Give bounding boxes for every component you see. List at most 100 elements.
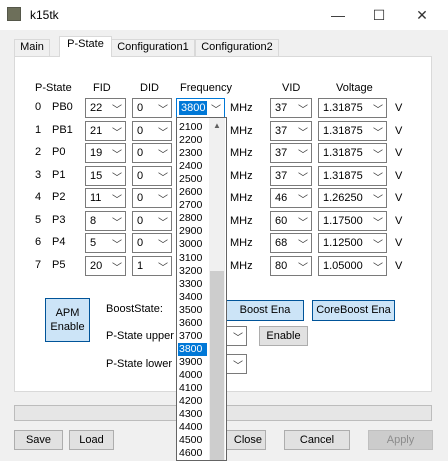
row-name: P4 xyxy=(52,236,66,248)
row-name: P0 xyxy=(52,146,66,158)
tab-configuration2[interactable]: Configuration2 xyxy=(195,39,279,56)
chevron-down-icon: ﹀ xyxy=(158,105,168,116)
frequency-option[interactable]: 4500 xyxy=(178,434,207,447)
frequency-option[interactable]: 2600 xyxy=(178,186,207,199)
did-select[interactable]: 0 ﹀ xyxy=(132,188,172,208)
p-state-lower-select[interactable]: ﹀ xyxy=(226,354,247,374)
voltage-select[interactable]: 1.31875 ﹀ xyxy=(318,143,387,163)
frequency-option[interactable]: 3100 xyxy=(178,252,207,265)
vid-value: 46 xyxy=(275,192,288,204)
vid-select[interactable]: 46 ﹀ xyxy=(270,188,312,208)
voltage-select[interactable]: 1.31875 ﹀ xyxy=(318,166,387,186)
frequency-option[interactable]: 2900 xyxy=(178,225,207,238)
voltage-select[interactable]: 1.12500 ﹀ xyxy=(318,233,387,253)
minimize-button[interactable]: — xyxy=(325,6,351,24)
voltage-select[interactable]: 1.05000 ﹀ xyxy=(318,256,387,276)
apply-button[interactable]: Apply xyxy=(368,430,433,450)
frequency-option[interactable]: 4100 xyxy=(178,382,207,395)
frequency-select[interactable]: 3800 ﹀ xyxy=(176,98,225,118)
close-window-button[interactable]: ✕ xyxy=(409,6,435,24)
save-button[interactable]: Save xyxy=(14,430,63,450)
fid-select[interactable]: 5 ﹀ xyxy=(85,233,126,253)
volt-unit: V xyxy=(395,192,403,204)
dropdown-scroll-thumb[interactable] xyxy=(210,271,224,460)
frequency-option[interactable]: 4600 xyxy=(178,447,207,460)
coreboost-ena-button[interactable]: CoreBoost Ena xyxy=(312,300,395,321)
vid-select[interactable]: 60 ﹀ xyxy=(270,211,312,231)
row-index: 4 xyxy=(35,191,42,203)
vid-select[interactable]: 68 ﹀ xyxy=(270,233,312,253)
did-select[interactable]: 0 ﹀ xyxy=(132,166,172,186)
frequency-option[interactable]: 3300 xyxy=(178,278,207,291)
frequency-option[interactable]: 2300 xyxy=(178,147,207,160)
did-select[interactable]: 0 ﹀ xyxy=(132,98,172,118)
chevron-down-icon: ﹀ xyxy=(233,361,243,372)
voltage-select[interactable]: 1.26250 ﹀ xyxy=(318,188,387,208)
apm-enable-button[interactable]: APM Enable xyxy=(45,298,90,342)
row-index: 6 xyxy=(35,236,42,248)
fid-value: 21 xyxy=(90,125,103,137)
enable-button[interactable]: Enable xyxy=(259,326,308,346)
frequency-option[interactable]: 2200 xyxy=(178,134,207,147)
voltage-select[interactable]: 1.31875 ﹀ xyxy=(318,121,387,141)
frequency-option[interactable]: 3400 xyxy=(178,291,207,304)
chevron-down-icon: ﹀ xyxy=(373,218,383,229)
frequency-option[interactable]: 4300 xyxy=(178,408,207,421)
frequency-option[interactable]: 4400 xyxy=(178,421,207,434)
frequency-option[interactable]: 3600 xyxy=(178,317,207,330)
fid-select[interactable]: 11 ﹀ xyxy=(85,188,126,208)
fid-select[interactable]: 8 ﹀ xyxy=(85,211,126,231)
tab-p-state[interactable]: P-State xyxy=(59,36,112,57)
maximize-button[interactable]: ☐ xyxy=(366,6,392,24)
tab-main[interactable]: Main xyxy=(14,39,50,56)
voltage-value: 1.31875 xyxy=(323,147,363,159)
chevron-down-icon: ﹀ xyxy=(112,218,122,229)
did-select[interactable]: 0 ﹀ xyxy=(132,121,172,141)
frequency-option[interactable]: 3500 xyxy=(178,304,207,317)
frequency-option[interactable]: 3800 xyxy=(178,343,207,356)
did-select[interactable]: 0 ﹀ xyxy=(132,143,172,163)
tab-configuration1[interactable]: Configuration1 xyxy=(111,39,195,56)
frequency-option[interactable]: 2700 xyxy=(178,199,207,212)
close-button[interactable]: Close xyxy=(226,430,266,450)
chevron-down-icon: ﹀ xyxy=(298,195,308,206)
did-select[interactable]: 1 ﹀ xyxy=(132,256,172,276)
fid-select[interactable]: 20 ﹀ xyxy=(85,256,126,276)
frequency-option[interactable]: 4000 xyxy=(178,369,207,382)
vid-select[interactable]: 37 ﹀ xyxy=(270,98,312,118)
chevron-down-icon: ﹀ xyxy=(298,128,308,139)
frequency-option[interactable]: 2500 xyxy=(178,173,207,186)
frequency-option[interactable]: 2100 xyxy=(178,121,207,134)
voltage-select[interactable]: 1.31875 ﹀ xyxy=(318,98,387,118)
boost-ena-button[interactable]: Boost Ena xyxy=(226,300,304,321)
load-button[interactable]: Load xyxy=(69,430,114,450)
chevron-down-icon: ﹀ xyxy=(298,105,308,116)
fid-select[interactable]: 15 ﹀ xyxy=(85,166,126,186)
fid-select[interactable]: 21 ﹀ xyxy=(85,121,126,141)
frequency-option[interactable]: 3900 xyxy=(178,356,207,369)
volt-unit: V xyxy=(395,170,403,182)
frequency-option[interactable]: 4200 xyxy=(178,395,207,408)
header-fid: FID xyxy=(93,82,111,94)
fid-select[interactable]: 22 ﹀ xyxy=(85,98,126,118)
row-index: 0 xyxy=(35,101,42,113)
frequency-option[interactable]: 3000 xyxy=(178,238,207,251)
fid-select[interactable]: 19 ﹀ xyxy=(85,143,126,163)
vid-select[interactable]: 37 ﹀ xyxy=(270,121,312,141)
voltage-select[interactable]: 1.17500 ﹀ xyxy=(318,211,387,231)
vid-select[interactable]: 37 ﹀ xyxy=(270,143,312,163)
frequency-option[interactable]: 3700 xyxy=(178,330,207,343)
did-select[interactable]: 0 ﹀ xyxy=(132,233,172,253)
cancel-button[interactable]: Cancel xyxy=(284,430,350,450)
frequency-option[interactable]: 2800 xyxy=(178,212,207,225)
frequency-option[interactable]: 2400 xyxy=(178,160,207,173)
volt-unit: V xyxy=(395,125,403,137)
vid-select[interactable]: 37 ﹀ xyxy=(270,166,312,186)
p-state-upper-select[interactable]: ﹀ xyxy=(226,326,247,346)
frequency-value: 3800 xyxy=(179,101,208,115)
chevron-down-icon: ﹀ xyxy=(158,263,168,274)
vid-select[interactable]: 80 ﹀ xyxy=(270,256,312,276)
scroll-up-arrow-icon[interactable]: ▲ xyxy=(209,118,225,134)
did-select[interactable]: 0 ﹀ xyxy=(132,211,172,231)
frequency-option[interactable]: 3200 xyxy=(178,265,207,278)
